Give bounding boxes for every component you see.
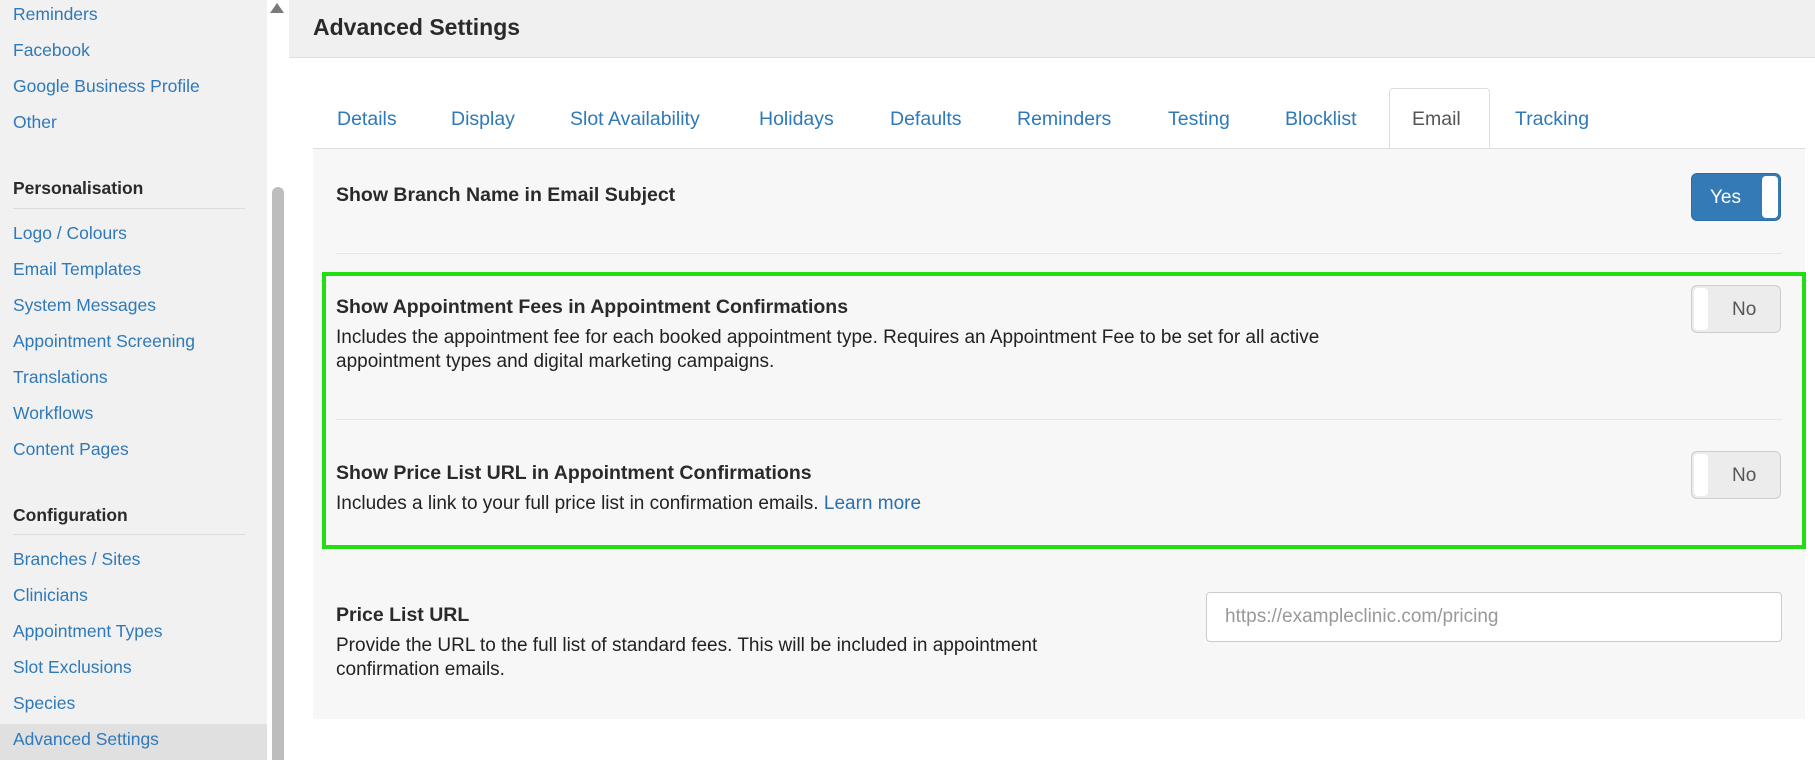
tab-slot-availability[interactable]: Slot Availability (570, 108, 700, 131)
sidebar-link-system-messages[interactable]: System Messages (13, 295, 156, 316)
sidebar-link-email-templates[interactable]: Email Templates (13, 259, 141, 280)
tab-tracking[interactable]: Tracking (1515, 108, 1589, 131)
sidebar-link-appointment-screening[interactable]: Appointment Screening (13, 331, 195, 352)
row-divider (336, 253, 1782, 254)
tab-email[interactable]: Email (1412, 108, 1461, 131)
tab-reminders[interactable]: Reminders (1017, 108, 1111, 131)
sidebar-link-slot-exclusions[interactable]: Slot Exclusions (13, 657, 132, 678)
sidebar: Reminders Facebook Google Business Profi… (0, 0, 267, 760)
sidebar-link-workflows[interactable]: Workflows (13, 403, 93, 424)
sidebar-link-appointment-types[interactable]: Appointment Types (13, 621, 163, 642)
sidebar-divider (13, 534, 245, 535)
toggle-knob (1762, 176, 1778, 218)
sidebar-link-reminders[interactable]: Reminders (13, 4, 98, 25)
branch-name-toggle[interactable]: Yes (1691, 173, 1781, 221)
scrollbar-thumb[interactable] (272, 187, 284, 760)
toggle-label: Yes (1710, 187, 1741, 208)
sidebar-link-translations[interactable]: Translations (13, 367, 108, 388)
price-list-url-input[interactable] (1206, 592, 1782, 642)
tab-defaults[interactable]: Defaults (890, 108, 962, 131)
sidebar-heading-configuration: Configuration (13, 505, 128, 525)
setting-title-branch-name: Show Branch Name in Email Subject (336, 184, 676, 206)
tab-holidays[interactable]: Holidays (759, 108, 834, 131)
tab-testing[interactable]: Testing (1168, 108, 1230, 131)
sidebar-divider (13, 208, 245, 209)
page-title: Advanced Settings (313, 14, 521, 40)
sidebar-link-logo-colours[interactable]: Logo / Colours (13, 223, 127, 244)
sidebar-link-advanced-settings[interactable]: Advanced Settings (13, 729, 159, 750)
sidebar-link-content-pages[interactable]: Content Pages (13, 439, 129, 460)
sidebar-heading-personalisation: Personalisation (13, 178, 144, 198)
tab-blocklist[interactable]: Blocklist (1285, 108, 1357, 131)
setting-desc-price-list-url-line1: Provide the URL to the full list of stan… (336, 635, 1038, 656)
tab-details[interactable]: Details (337, 108, 397, 131)
sidebar-link-other[interactable]: Other (13, 112, 57, 133)
tab-display[interactable]: Display (451, 108, 515, 131)
sidebar-link-google-business-profile[interactable]: Google Business Profile (13, 76, 200, 97)
setting-title-price-list-url: Price List URL (336, 604, 470, 626)
setting-desc-price-list-url-line2: confirmation emails. (336, 659, 505, 680)
scroll-up-arrow-icon[interactable] (270, 3, 284, 13)
sidebar-link-clinicians[interactable]: Clinicians (13, 585, 88, 606)
sidebar-link-facebook[interactable]: Facebook (13, 40, 90, 61)
sidebar-link-species[interactable]: Species (13, 693, 75, 714)
sidebar-link-branches-sites[interactable]: Branches / Sites (13, 549, 140, 570)
highlight-box (322, 272, 1806, 549)
